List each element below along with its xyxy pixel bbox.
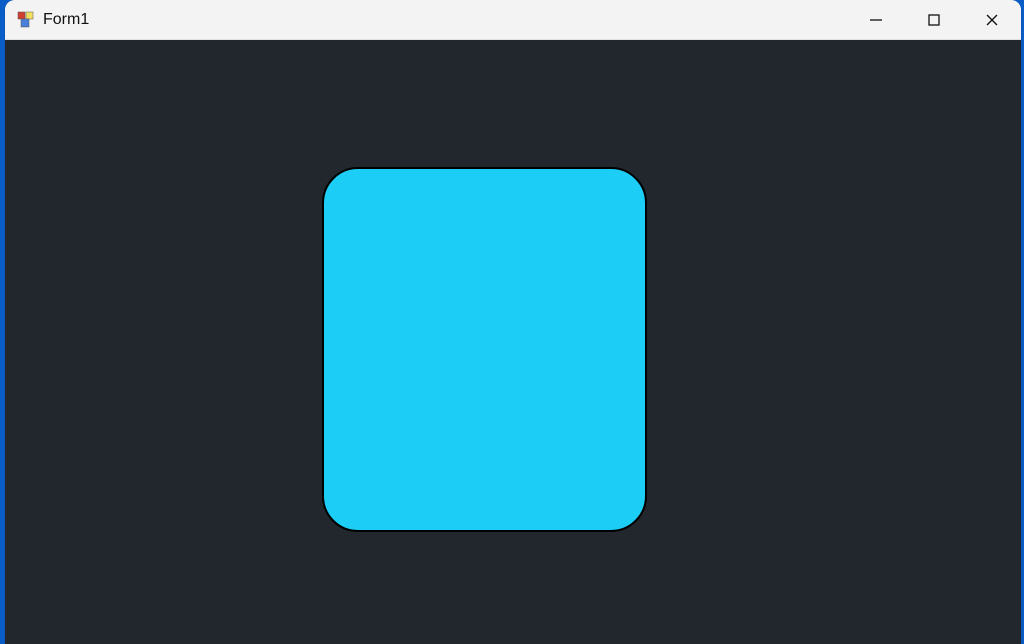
maximize-icon: [927, 13, 941, 27]
rounded-rectangle-panel: [322, 167, 647, 532]
window-controls: [847, 0, 1021, 40]
maximize-button[interactable]: [905, 0, 963, 40]
window-title: Form1: [43, 11, 89, 29]
close-button[interactable]: [963, 0, 1021, 40]
minimize-button[interactable]: [847, 0, 905, 40]
minimize-icon: [869, 13, 883, 27]
titlebar[interactable]: Form1: [5, 0, 1021, 40]
close-icon: [985, 13, 999, 27]
winforms-app-icon: [17, 11, 35, 29]
app-window: Form1: [5, 0, 1021, 644]
form-client-area[interactable]: [5, 40, 1021, 644]
